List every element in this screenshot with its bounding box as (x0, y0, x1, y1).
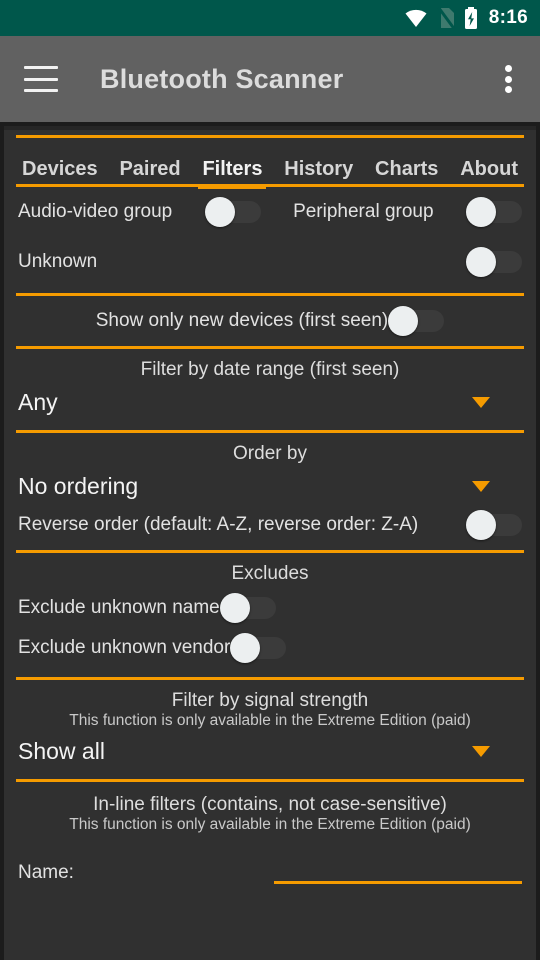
peripheral-group-label: Peripheral group (293, 201, 434, 222)
exclude-unknown-name-toggle[interactable] (219, 593, 276, 623)
unknown-group-row: Unknown (18, 247, 522, 277)
signal-strength-value: Show all (18, 738, 105, 764)
tab-bar: Devices Paired Filters History Charts Ab… (4, 138, 536, 189)
tab-label: Paired (119, 158, 181, 180)
group-filters-row: Audio-video group Peripheral group (18, 197, 522, 227)
new-devices-row: Show only new devices (first seen) (18, 306, 522, 336)
status-bar: 8:16 (0, 0, 540, 36)
tab-label: About (460, 158, 518, 180)
reverse-order-toggle[interactable] (466, 510, 522, 540)
name-filter-input[interactable] (274, 854, 522, 884)
unknown-group-label: Unknown (18, 251, 98, 272)
chevron-down-icon (472, 746, 490, 757)
exclude-unknown-vendor-toggle[interactable] (230, 633, 287, 663)
tab-paired[interactable]: Paired (119, 158, 180, 184)
order-by-value: No ordering (18, 473, 139, 499)
chevron-down-icon (472, 481, 490, 492)
exclude-unknown-name-row: Exclude unknown name (18, 593, 522, 623)
tab-history[interactable]: History (284, 158, 353, 184)
wifi-icon (404, 8, 428, 28)
order-by-spinner[interactable]: No ordering (18, 471, 522, 502)
date-range-heading: Filter by date range (first seen) (140, 359, 400, 380)
chevron-down-icon (472, 397, 490, 408)
tab-charts[interactable]: Charts (375, 158, 438, 184)
audio-video-group-label: Audio-video group (18, 201, 173, 222)
signal-strength-spinner[interactable]: Show all (18, 736, 522, 767)
unknown-group-toggle[interactable] (466, 247, 522, 277)
reverse-order-label: Reverse order (default: A-Z, reverse ord… (18, 514, 419, 535)
new-devices-label: Show only new devices (first seen) (95, 310, 389, 331)
page-title: Bluetooth Scanner (100, 63, 344, 94)
date-range-value: Any (18, 389, 58, 415)
signal-strength-note: This function is only available in the E… (69, 712, 471, 729)
signal-strength-heading: Filter by signal strength (171, 690, 369, 711)
overflow-menu-icon[interactable] (494, 62, 522, 96)
exclude-unknown-name-label: Exclude unknown name (18, 597, 220, 618)
tab-label: History (284, 158, 354, 180)
tab-devices[interactable]: Devices (22, 158, 98, 184)
tab-label: Devices (22, 158, 98, 180)
filters-panel: Devices Paired Filters History Charts Ab… (4, 126, 536, 960)
peripheral-group-toggle[interactable] (465, 197, 522, 227)
name-filter-row: Name: (4, 854, 536, 884)
tab-about[interactable]: About (460, 158, 518, 184)
content-frame: Devices Paired Filters History Charts Ab… (0, 122, 540, 960)
name-filter-label: Name: (18, 862, 74, 883)
inline-filters-note: This function is only available in the E… (69, 816, 471, 833)
exclude-unknown-vendor-label: Exclude unknown vendor (18, 637, 231, 658)
app-screen: 8:16 Bluetooth Scanner Devices Paired Fi… (0, 0, 540, 960)
tab-label: Filters (202, 158, 263, 180)
exclude-unknown-vendor-row: Exclude unknown vendor (18, 633, 522, 663)
audio-video-group-toggle[interactable] (204, 197, 261, 227)
battery-charging-icon (464, 7, 478, 29)
tab-label: Charts (375, 158, 439, 180)
inline-filters-heading: In-line filters (contains, not case-sens… (93, 794, 447, 815)
no-sim-icon (437, 7, 455, 29)
hamburger-menu-icon[interactable] (24, 66, 58, 92)
excludes-heading: Excludes (231, 563, 309, 584)
tab-filters[interactable]: Filters (198, 158, 267, 189)
new-devices-toggle[interactable] (388, 306, 445, 336)
app-bar: Bluetooth Scanner (0, 36, 540, 122)
status-bar-clock: 8:16 (488, 7, 528, 28)
order-by-heading: Order by (233, 443, 307, 464)
date-range-spinner[interactable]: Any (18, 387, 522, 418)
reverse-order-row: Reverse order (default: A-Z, reverse ord… (18, 510, 522, 540)
